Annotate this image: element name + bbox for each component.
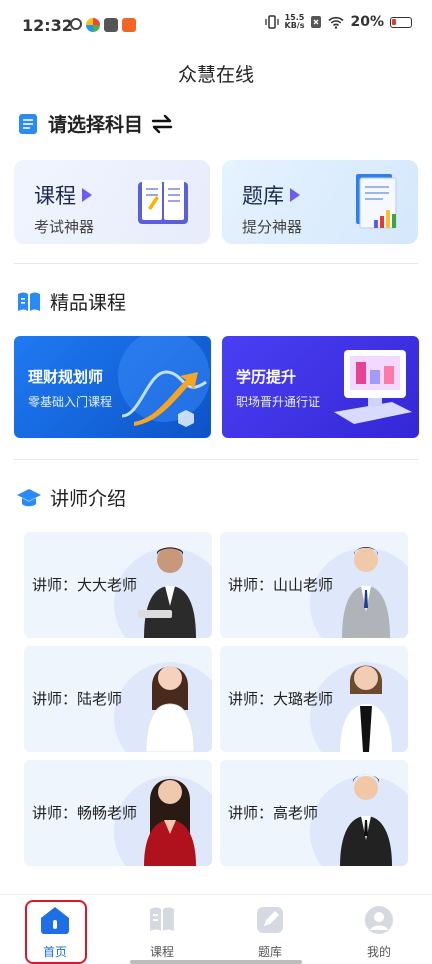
nav-courses-label: 课程 [149, 945, 174, 959]
banner-subtitle: 职场晋升通行证 [236, 395, 321, 409]
open-book-icon [138, 180, 188, 224]
teacher-card[interactable]: 讲师：大璐老师 [220, 646, 408, 752]
banner-financial-planner[interactable]: 理财规划师 零基础入门课程 [14, 336, 211, 438]
home-indicator[interactable] [130, 960, 302, 964]
page-title: 众慧在线 [177, 64, 254, 86]
course-card-title-row: 课程 [34, 180, 92, 210]
divider [14, 263, 418, 264]
teacher-name: 讲师：畅畅老师 [32, 804, 138, 822]
vibrate-icon [264, 15, 279, 29]
teacher-section-title: 讲师介绍 [50, 488, 127, 510]
status-right: 15.5 KB/s 20% [264, 14, 412, 30]
battery-icon [390, 16, 412, 28]
app-notification-icon [86, 18, 100, 32]
nav-profile[interactable]: 我的 [349, 905, 409, 960]
premium-section-title: 精品课程 [50, 292, 127, 314]
question-bank-title: 题库 [242, 184, 284, 208]
battery-level: 20% [350, 14, 384, 30]
teacher-photo [138, 547, 196, 638]
course-card-subtitle: 考试神器 [34, 218, 95, 236]
question-bank-subtitle: 提分神器 [242, 218, 303, 236]
banner-education-upgrade[interactable]: 学历提升 职场晋升通行证 [222, 336, 419, 438]
nav-profile-label: 我的 [366, 945, 391, 959]
teacher-card[interactable]: 讲师：陆老师 [24, 646, 212, 752]
teacher-card[interactable]: 讲师：大大老师 [24, 532, 212, 638]
selection-highlight [25, 900, 87, 964]
teacher-section-header: 讲师介绍 [16, 484, 126, 511]
book-icon [18, 292, 40, 311]
banner-title: 理财规划师 [28, 368, 104, 386]
teacher-card[interactable]: 讲师：高老师 [220, 760, 408, 866]
teacher-name: 讲师：高老师 [228, 804, 319, 822]
notebook-icon [19, 113, 37, 134]
status-bar: 12:32 15.5 KB/s 20% [0, 0, 432, 50]
divider [14, 459, 418, 460]
app-notification-icon [122, 18, 136, 32]
course-card-title: 课程 [34, 184, 76, 208]
app-notification-icon [104, 18, 118, 32]
question-bank-card[interactable]: 题库 提分神器 [222, 160, 418, 244]
sim-off-icon [311, 16, 322, 28]
teacher-photo [145, 666, 195, 752]
document-chart-icon [356, 174, 397, 229]
nav-courses[interactable]: 课程 [132, 905, 192, 960]
user-avatar-icon [365, 906, 393, 934]
course-book-icon [150, 907, 174, 931]
teacher-name: 讲师：山山老师 [228, 576, 334, 594]
network-speed-unit: KB/s [284, 21, 305, 30]
app-notification-icon [70, 18, 82, 30]
play-triangle-icon [82, 188, 92, 202]
teacher-name: 讲师：大璐老师 [228, 690, 334, 708]
premium-section-header: 精品课程 [16, 288, 126, 315]
status-time: 12:32 [22, 16, 73, 35]
wifi-icon [328, 16, 345, 29]
course-card[interactable]: 课程 考试神器 [14, 160, 210, 244]
swap-arrows-icon[interactable] [151, 114, 173, 134]
teacher-card[interactable]: 讲师：畅畅老师 [24, 760, 212, 866]
teacher-photo [340, 665, 392, 752]
subject-section-title: 请选择科目 [48, 114, 144, 136]
teacher-photo [340, 774, 392, 866]
banner-subtitle: 零基础入门课程 [28, 395, 113, 409]
notification-icons [70, 18, 136, 32]
banner-title: 学历提升 [236, 368, 297, 386]
monitor-illustration [334, 350, 412, 424]
teacher-photo [144, 779, 196, 866]
subject-selector[interactable]: 请选择科目 [16, 110, 173, 137]
growth-arrow-illustration [118, 336, 210, 427]
question-bank-title-row: 题库 [242, 180, 300, 210]
network-speed: 15.5 KB/s [285, 14, 305, 30]
nav-question-bank[interactable]: 题库 [240, 905, 300, 960]
teacher-photo [342, 547, 390, 638]
play-triangle-icon [290, 188, 300, 202]
nav-question-bank-label: 题库 [257, 945, 282, 959]
teacher-name: 讲师：大大老师 [32, 576, 138, 594]
teacher-card[interactable]: 讲师：山山老师 [220, 532, 408, 638]
pencil-icon [257, 907, 283, 933]
teacher-name: 讲师：陆老师 [32, 690, 123, 708]
graduation-cap-icon [17, 488, 41, 506]
